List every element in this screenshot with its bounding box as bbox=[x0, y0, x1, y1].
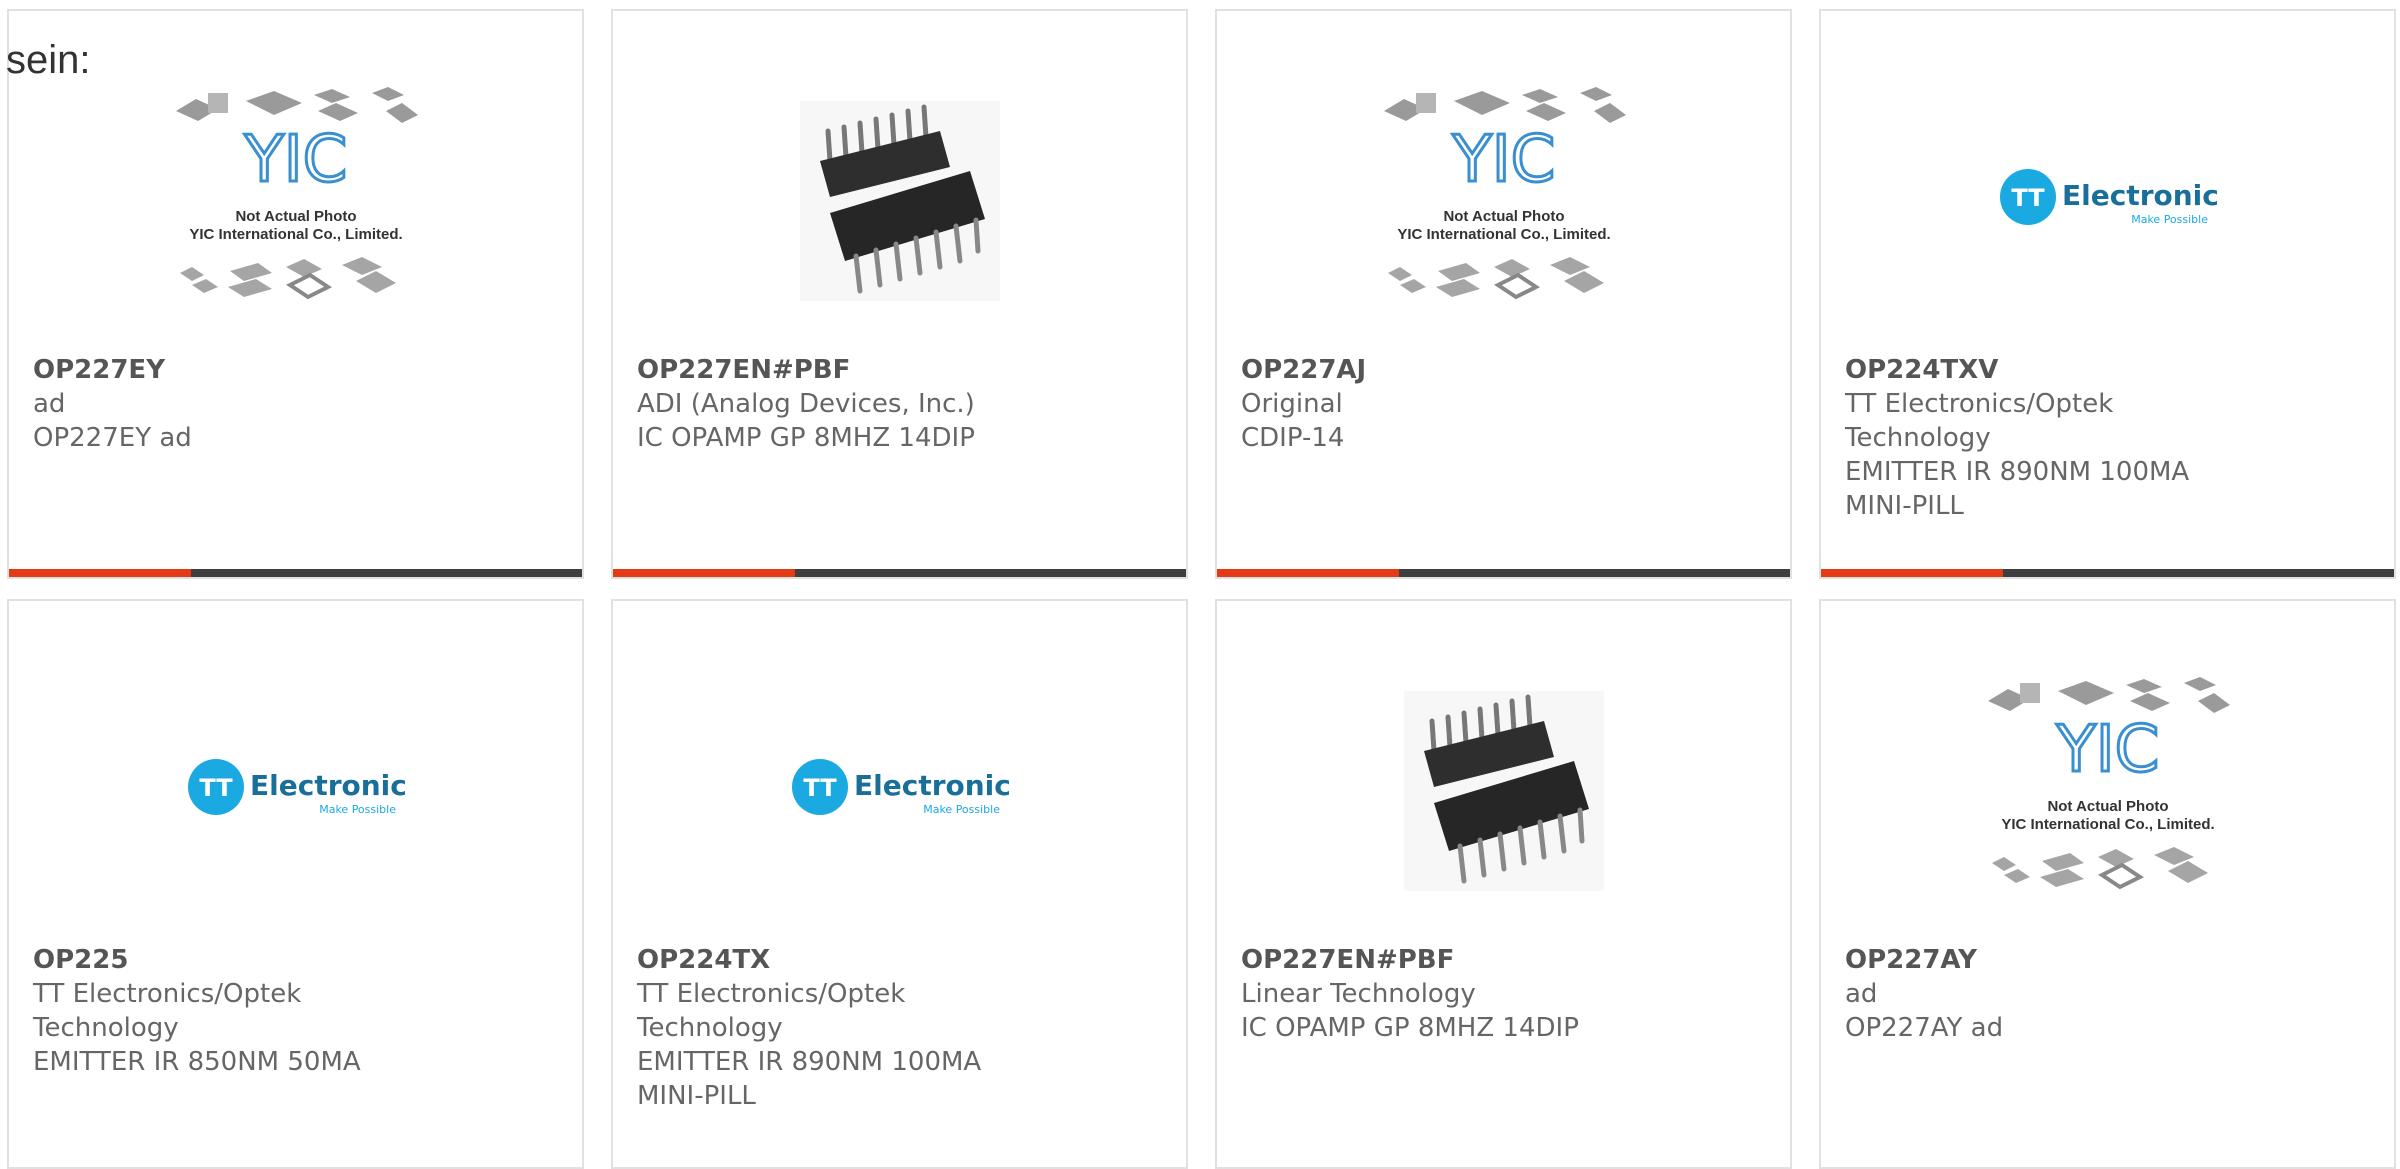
card-bar-accent bbox=[613, 569, 795, 577]
product-card[interactable]: TT Electronics Make Possible OP224TXV TT… bbox=[1819, 9, 2396, 579]
product-part-number[interactable]: OP227AJ bbox=[1241, 353, 1660, 387]
product-manufacturer: TT Electronics/Optek Technology bbox=[637, 979, 906, 1043]
product-image[interactable] bbox=[1217, 641, 1790, 941]
product-description: OP227EY ad bbox=[33, 423, 192, 453]
card-bar-accent bbox=[1217, 569, 1399, 577]
card-bar-accent bbox=[9, 569, 191, 577]
product-card[interactable]: YIC Not Actual Photo YIC International C… bbox=[7, 9, 584, 579]
product-description: IC OPAMP GP 8MHZ 14DIP bbox=[1241, 1013, 1579, 1043]
product-card[interactable]: YIC Not Actual Photo YIC International C… bbox=[1215, 9, 1792, 579]
svg-text:Make Possible: Make Possible bbox=[923, 803, 1000, 816]
svg-text:Electronics: Electronics bbox=[250, 769, 406, 802]
tt-electronics-logo: TT Electronics Make Possible bbox=[1999, 169, 2218, 226]
yic-placeholder-image: YIC Not Actual Photo YIC International C… bbox=[1383, 87, 1626, 300]
product-description: EMITTER IR 890NM 100MA MINI-PILL bbox=[637, 1047, 982, 1111]
tt-electronics-logo: TT Electronics Make Possible bbox=[791, 759, 1010, 816]
yic-logo-text: YIC bbox=[2055, 713, 2159, 787]
tt-electronics-logo: TT Electronics Make Possible bbox=[187, 759, 406, 816]
product-description: EMITTER IR 850NM 50MA bbox=[33, 1047, 361, 1077]
yic-logo-text: YIC bbox=[243, 123, 347, 197]
page-fragment-text: sein: bbox=[6, 38, 91, 82]
svg-text:Not Actual Photo: Not Actual Photo bbox=[1443, 208, 1564, 225]
svg-text:TT: TT bbox=[199, 774, 233, 802]
product-card[interactable]: TT Electronics Make Possible OP225 TT El… bbox=[7, 599, 584, 1169]
svg-text:TT: TT bbox=[803, 774, 837, 802]
product-image[interactable]: YIC Not Actual Photo YIC International C… bbox=[9, 51, 582, 351]
product-manufacturer: TT Electronics/Optek Technology bbox=[1845, 389, 2114, 453]
svg-text:Make Possible: Make Possible bbox=[319, 803, 396, 816]
product-description: OP227AY ad bbox=[1845, 1013, 2004, 1043]
product-manufacturer: ad bbox=[33, 389, 66, 419]
svg-text:Not Actual Photo: Not Actual Photo bbox=[2047, 798, 2168, 815]
product-part-number[interactable]: OP224TXV bbox=[1845, 353, 2264, 387]
yic-logo-text: YIC bbox=[1451, 123, 1555, 197]
product-description: CDIP-14 bbox=[1241, 423, 1345, 453]
svg-text:TT: TT bbox=[2011, 184, 2045, 212]
svg-text:Make Possible: Make Possible bbox=[2131, 213, 2208, 226]
product-image[interactable]: TT Electronics Make Possible bbox=[1821, 51, 2394, 351]
card-bottom-bar bbox=[613, 569, 1186, 577]
card-bottom-bar bbox=[1217, 569, 1790, 577]
product-image[interactable]: YIC Not Actual Photo YIC International C… bbox=[1821, 641, 2394, 941]
product-manufacturer: ad bbox=[1845, 979, 1878, 1009]
product-card[interactable]: TT Electronics Make Possible OP224TX TT … bbox=[611, 599, 1188, 1169]
product-part-number[interactable]: OP227EN#PBF bbox=[1241, 943, 1660, 977]
product-image[interactable]: TT Electronics Make Possible bbox=[613, 641, 1186, 941]
product-description: IC OPAMP GP 8MHZ 14DIP bbox=[637, 423, 975, 453]
product-part-number[interactable]: OP227EN#PBF bbox=[637, 353, 1056, 387]
product-image[interactable] bbox=[613, 51, 1186, 351]
card-bottom-bar bbox=[1821, 569, 2394, 577]
dip-chip-image bbox=[1403, 691, 1604, 891]
svg-text:YIC International Co., Limited: YIC International Co., Limited. bbox=[189, 226, 402, 243]
yic-placeholder-image: YIC Not Actual Photo YIC International C… bbox=[175, 87, 418, 300]
card-bottom-bar bbox=[9, 569, 582, 577]
product-image[interactable]: TT Electronics Make Possible bbox=[9, 641, 582, 941]
product-card[interactable]: OP227EN#PBF ADI (Analog Devices, Inc.) I… bbox=[611, 9, 1188, 579]
product-card[interactable]: YIC Not Actual Photo YIC International C… bbox=[1819, 599, 2396, 1169]
dip-chip-image bbox=[799, 101, 1000, 301]
svg-text:YIC International Co., Limited: YIC International Co., Limited. bbox=[1397, 226, 1610, 243]
svg-text:YIC International Co., Limited: YIC International Co., Limited. bbox=[2001, 816, 2214, 833]
product-manufacturer: Linear Technology bbox=[1241, 979, 1476, 1009]
product-image[interactable]: YIC Not Actual Photo YIC International C… bbox=[1217, 51, 1790, 351]
product-part-number[interactable]: OP227AY bbox=[1845, 943, 2264, 977]
product-manufacturer: ADI (Analog Devices, Inc.) bbox=[637, 389, 975, 419]
svg-text:Electronics: Electronics bbox=[854, 769, 1010, 802]
card-bar-accent bbox=[1821, 569, 2003, 577]
product-card[interactable]: OP227EN#PBF Linear Technology IC OPAMP G… bbox=[1215, 599, 1792, 1169]
product-manufacturer: Original bbox=[1241, 389, 1343, 419]
product-part-number[interactable]: OP225 bbox=[33, 943, 452, 977]
product-manufacturer: TT Electronics/Optek Technology bbox=[33, 979, 302, 1043]
product-description: EMITTER IR 890NM 100MA MINI-PILL bbox=[1845, 457, 2190, 521]
product-part-number[interactable]: OP227EY bbox=[33, 353, 452, 387]
svg-text:Not Actual Photo: Not Actual Photo bbox=[235, 208, 356, 225]
product-part-number[interactable]: OP224TX bbox=[637, 943, 1056, 977]
yic-placeholder-image: YIC Not Actual Photo YIC International C… bbox=[1987, 677, 2230, 890]
svg-text:Electronics: Electronics bbox=[2062, 179, 2218, 212]
